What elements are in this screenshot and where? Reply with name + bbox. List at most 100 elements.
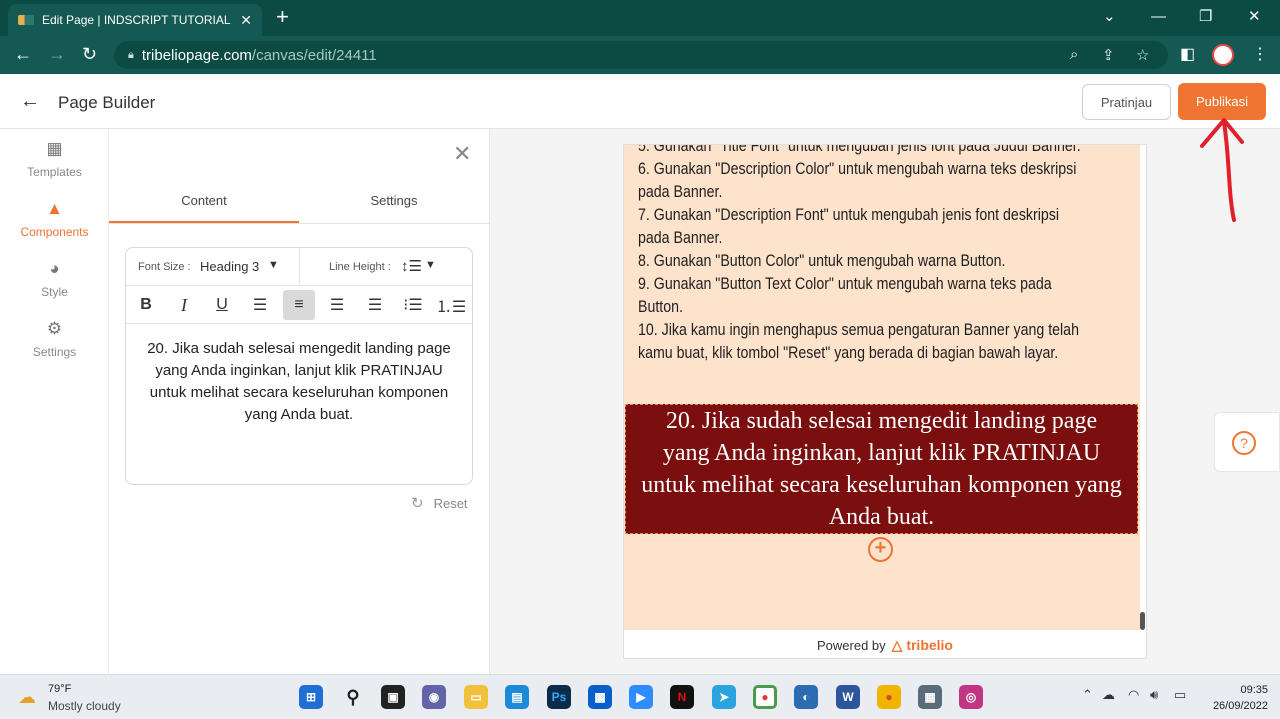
step-line: 7. Gunakan "Description Font" untuk meng… [638, 206, 1060, 224]
help-button[interactable]: ? [1214, 412, 1280, 472]
align-center-icon[interactable]: ≡ [283, 290, 315, 320]
photoshop-icon[interactable]: Ps [547, 685, 571, 709]
instagram-icon[interactable]: ◎ [959, 685, 983, 709]
sidebar-item-components[interactable]: ▲ Components [0, 199, 109, 239]
task-view-icon[interactable]: ▣ [381, 685, 405, 709]
cloud-sun-icon: ☁ [18, 687, 36, 707]
sidebar-item-templates[interactable]: ▦ Templates [0, 139, 109, 179]
browser-forward-icon[interactable]: → [48, 44, 66, 64]
bullet-list-icon[interactable]: ⁝☰ [397, 290, 429, 320]
zoom-icon[interactable]: ⌕ [1070, 46, 1078, 63]
powered-by-label: Powered by [817, 637, 886, 653]
system-clock[interactable]: 09:35 26/09/2022 [1206, 682, 1268, 714]
reset-button[interactable]: ↻ Reset [411, 494, 468, 512]
annotation-arrow [1200, 118, 1244, 222]
speaker-icon[interactable]: 🔊︎ [1150, 687, 1158, 703]
bold-icon[interactable]: B [130, 290, 162, 320]
onedrive-icon[interactable]: ☁ [1102, 687, 1115, 703]
step-line: pada Banner. [638, 183, 723, 201]
telegram-icon[interactable]: ➤ [712, 685, 736, 709]
tab-settings[interactable]: Settings [299, 193, 489, 208]
align-left-icon[interactable]: ☰ [244, 290, 276, 320]
tab-search-icon[interactable]: ⌄ [1103, 8, 1116, 26]
chrome-icon[interactable]: ● [877, 685, 901, 709]
chat-icon[interactable]: ◉ [422, 685, 446, 709]
minimize-icon[interactable]: — [1151, 8, 1166, 26]
netflix-icon[interactable]: N [670, 685, 694, 709]
browser-toolbar: ← → ↻ 🔒︎ tribeliopage.com/canvas/edit/24… [0, 36, 1280, 74]
bookmark-star-icon[interactable]: ☆ [1136, 46, 1149, 64]
side-panel-icon[interactable]: ◧ [1180, 44, 1195, 64]
weather-description: Mostly cloudy [48, 699, 121, 713]
sidebar-item-label: Components [20, 225, 89, 239]
share-icon[interactable]: ⇪ [1102, 46, 1115, 64]
step-line: 6. Gunakan "Description Color" untuk men… [638, 160, 1077, 178]
tribelio-logo: △ tribelio [891, 636, 953, 653]
restore-icon[interactable]: ❐ [1199, 8, 1212, 26]
zoom-app-icon[interactable]: ▶ [629, 685, 653, 709]
text-section: 5. Gunakan "Title Font" untuk mengubah j… [624, 144, 1145, 630]
editor-format-toolbar: B I U ☰ ≡ ☰ ☰ ⁝☰ ⒈☰ [126, 286, 472, 324]
close-tab-icon[interactable]: ✕ [240, 12, 252, 29]
address-bar[interactable]: 🔒︎ tribeliopage.com/canvas/edit/24411 ⌕ … [114, 41, 1168, 69]
file-explorer-icon[interactable]: ▭ [464, 685, 488, 709]
close-panel-icon[interactable]: ✕ [453, 141, 471, 167]
panel-tabs: Content Settings [109, 179, 489, 224]
align-right-icon[interactable]: ☰ [321, 290, 353, 320]
new-tab-icon[interactable]: + [276, 6, 289, 28]
add-component-icon[interactable]: + [868, 537, 893, 562]
scrollbar-thumb[interactable] [1140, 612, 1145, 630]
step-line: 9. Gunakan "Button Text Color" untuk men… [638, 275, 1052, 293]
sidebar-item-settings[interactable]: ⚙ Settings [0, 319, 109, 359]
back-arrow-icon[interactable]: ← [20, 91, 40, 111]
battery-icon[interactable]: ▭ [1174, 687, 1186, 703]
sidebar-item-label: Style [41, 285, 68, 299]
word-icon[interactable]: W [836, 685, 860, 709]
underline-icon[interactable]: U [206, 290, 238, 320]
sidebar-item-style[interactable]: ◕ Style [0, 259, 109, 299]
powered-by-footer: Powered by △ tribelio [624, 630, 1146, 658]
reload-icon[interactable]: ↻ [82, 44, 97, 64]
window-close-icon[interactable]: ✕ [1248, 8, 1261, 26]
store-icon[interactable]: ▤ [505, 685, 529, 709]
wifi-icon[interactable]: ◠ [1128, 687, 1139, 703]
chevron-down-icon[interactable]: ▼ [425, 259, 436, 271]
profile-avatar[interactable] [1212, 44, 1234, 66]
line-height-icon[interactable]: ↕☰ [401, 257, 422, 275]
rich-text-editor: Font Size : Heading 3 ▼ Line Height : ↕☰… [125, 247, 473, 485]
chrome-active-icon[interactable]: ● [753, 685, 777, 709]
browser-menu-icon[interactable]: ⋮ [1252, 44, 1268, 64]
clock-date: 26/09/2022 [1212, 700, 1268, 712]
weather-temperature: 79°F [48, 683, 72, 695]
search-icon[interactable]: ⚲ [341, 685, 365, 709]
page-preview: 5. Gunakan "Title Font" untuk mengubah j… [623, 144, 1147, 659]
brand-name: tribelio [906, 636, 953, 653]
editor-content[interactable]: 20. Jika sudah selesai mengedit landing … [138, 338, 460, 426]
browser-back-icon[interactable]: ← [14, 44, 32, 64]
store-bag-icon[interactable]: ▩ [588, 685, 612, 709]
calculator-icon[interactable]: ▦ [918, 685, 942, 709]
start-icon[interactable]: ⊞ [299, 685, 323, 709]
step-line: Button. [638, 298, 683, 316]
steps-list[interactable]: 5. Gunakan "Title Font" untuk mengubah j… [638, 144, 1130, 365]
editor-toolbar-top: Font Size : Heading 3 ▼ Line Height : ↕☰… [126, 248, 472, 286]
edge-icon[interactable]: ◐ [794, 685, 818, 709]
justify-icon[interactable]: ☰ [359, 290, 391, 320]
preview-button[interactable]: Pratinjau [1082, 84, 1171, 120]
tray-chevron-up-icon[interactable]: ⌃ [1082, 687, 1093, 703]
step-line: 5. Gunakan "Title Font" untuk mengubah j… [638, 144, 1081, 155]
page-title: Page Builder [58, 93, 156, 112]
italic-icon[interactable]: I [168, 290, 200, 320]
url-path: /canvas/edit/24411 [251, 46, 377, 64]
tab-content[interactable]: Content [109, 193, 299, 223]
app-header: ← Page Builder Pratinjau Publikasi [0, 74, 1280, 129]
component-editor-panel: ✕ Content Settings Font Size : Heading 3… [109, 129, 490, 674]
numbered-list-icon[interactable]: ⒈☰ [435, 290, 467, 320]
chevron-down-icon[interactable]: ▼ [268, 259, 279, 271]
windows-taskbar: ☁ 79°F Mostly cloudy ⊞ ⚲ ▣ ◉ ▭ ▤ Ps ▩ ▶ … [0, 674, 1280, 719]
gear-icon: ⚙ [46, 319, 63, 338]
clock-time: 09:35 [1240, 684, 1268, 696]
selected-heading-block[interactable]: 20. Jika sudah selesai mengedit landing … [625, 404, 1138, 534]
font-size-select[interactable]: Heading 3 [200, 259, 259, 274]
browser-tab[interactable]: Edit Page | INDSCRIPT TUTORIAL ✕ [8, 4, 262, 36]
